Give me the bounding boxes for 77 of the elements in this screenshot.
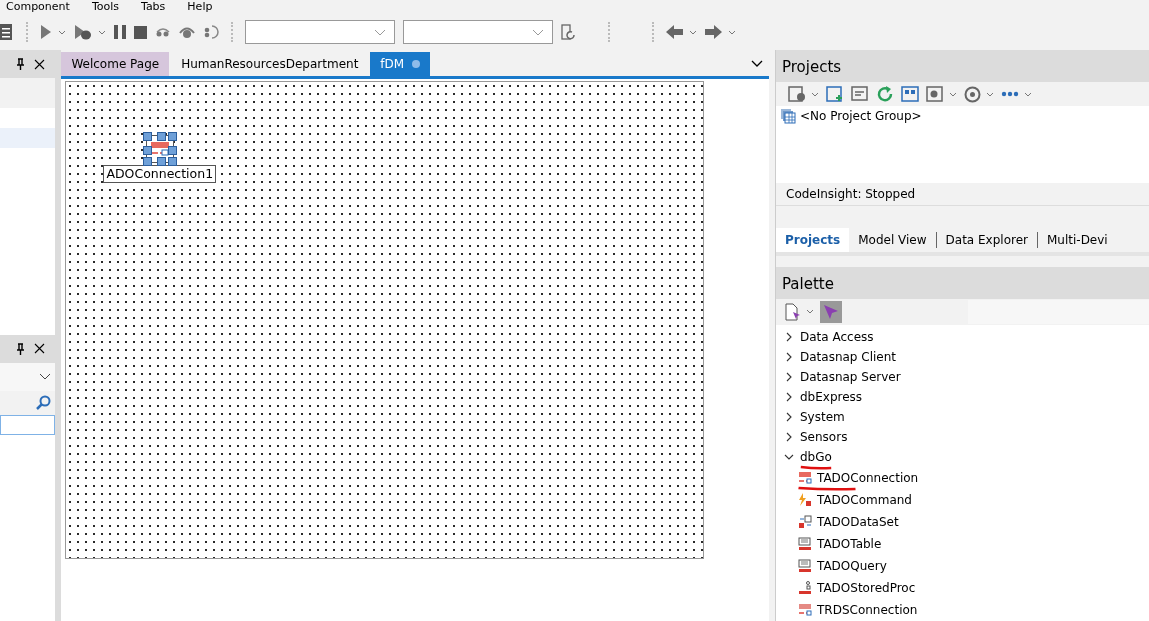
expand-chevron-icon[interactable]: [784, 392, 794, 402]
palette-component[interactable]: TADOStoredProc: [817, 581, 916, 595]
menu-item[interactable]: Component: [6, 0, 70, 14]
caret-icon[interactable]: [949, 91, 957, 97]
panel-tab[interactable]: Data Explorer: [936, 227, 1037, 252]
panel-tab[interactable]: Multi-Devi: [1037, 227, 1117, 252]
caret-icon[interactable]: [986, 91, 994, 97]
ado-connection-icon[interactable]: [145, 135, 174, 163]
caret-icon[interactable]: [811, 91, 819, 97]
palette-component[interactable]: TADOQuery: [817, 559, 887, 573]
palette-category[interactable]: Datasnap Client: [800, 350, 897, 364]
project-item[interactable]: <No Project Group>: [800, 109, 922, 124]
tab-list-caret-icon[interactable]: [751, 59, 763, 67]
caret-icon[interactable]: [58, 29, 66, 35]
palette-component[interactable]: TADOTable: [817, 537, 882, 551]
options-icon[interactable]: [788, 86, 806, 103]
palette-category[interactable]: dbGo: [800, 450, 832, 464]
panel-tab[interactable]: Model View: [849, 227, 936, 252]
chevron-down-icon[interactable]: [39, 373, 51, 380]
palette-category[interactable]: System: [800, 410, 845, 424]
expand-chevron-icon[interactable]: [784, 332, 794, 342]
combo-box[interactable]: [245, 20, 395, 44]
palette-component[interactable]: TADOConnection: [817, 471, 919, 485]
form-designer[interactable]: ADOConnection1: [65, 81, 705, 559]
more-icon[interactable]: [1001, 91, 1019, 98]
palette-component[interactable]: TADOCommand: [817, 493, 912, 507]
combo-box[interactable]: [403, 20, 553, 44]
editor-tab[interactable]: fDM: [370, 52, 431, 76]
input-field[interactable]: [0, 414, 55, 435]
palette-category[interactable]: Datasnap Server: [800, 370, 901, 384]
refresh-icon[interactable]: [876, 85, 894, 104]
menu-item[interactable]: Help: [187, 0, 213, 14]
stop-icon[interactable]: [134, 25, 147, 39]
search-icon[interactable]: [35, 394, 51, 411]
palette-category[interactable]: dbExpress: [800, 390, 863, 404]
caret-icon[interactable]: [98, 29, 106, 35]
pause-icon[interactable]: [114, 24, 126, 40]
expand-chevron-icon[interactable]: [784, 352, 794, 362]
toolbar-strip: [0, 78, 55, 108]
palette-component[interactable]: TRDSConnection: [817, 603, 918, 617]
expand-chevron-icon[interactable]: [784, 452, 794, 462]
add-item-icon[interactable]: [826, 86, 844, 103]
close-icon[interactable]: [34, 58, 45, 70]
pin-icon[interactable]: [16, 58, 25, 70]
palette-category[interactable]: Data Access: [800, 330, 874, 344]
run-icon[interactable]: [40, 24, 52, 40]
document-list-icon[interactable]: [0, 23, 14, 41]
menu-item[interactable]: Tabs: [141, 0, 166, 14]
step-icon[interactable]: [155, 26, 171, 38]
menu-item[interactable]: Tools: [91, 0, 119, 14]
caret-icon[interactable]: [689, 29, 697, 35]
close-icon[interactable]: [34, 343, 45, 354]
pin-icon[interactable]: [16, 342, 25, 355]
caret-icon[interactable]: [1024, 91, 1032, 97]
new-item-cursor-icon[interactable]: [784, 303, 802, 321]
panel-tab[interactable]: Projects: [776, 227, 850, 252]
window-icon[interactable]: [851, 86, 869, 103]
panel-title: Palette: [776, 267, 1149, 299]
editor-tab[interactable]: Welcome Page: [61, 52, 170, 76]
caret-icon[interactable]: [728, 29, 736, 35]
palette-category[interactable]: Sensors: [800, 430, 848, 444]
panel-title: Projects: [776, 50, 1149, 82]
back-arrow-icon[interactable]: [666, 25, 683, 39]
status-text: CodeInsight: Stopped: [786, 186, 916, 201]
step-icon[interactable]: [179, 25, 195, 39]
layout-icon[interactable]: [901, 86, 919, 103]
component-label: ADOConnection1: [103, 165, 217, 183]
expand-chevron-icon[interactable]: [784, 372, 794, 382]
forward-arrow-icon[interactable]: [705, 25, 722, 39]
caret-icon[interactable]: [806, 309, 814, 315]
search-field[interactable]: [968, 300, 1149, 324]
step-icon[interactable]: [203, 25, 219, 39]
device-refresh-icon[interactable]: [561, 23, 576, 41]
expand-chevron-icon[interactable]: [784, 412, 794, 422]
target-icon[interactable]: [964, 85, 981, 103]
palette-component[interactable]: TADODataSet: [817, 515, 899, 529]
expand-chevron-icon[interactable]: [784, 432, 794, 442]
